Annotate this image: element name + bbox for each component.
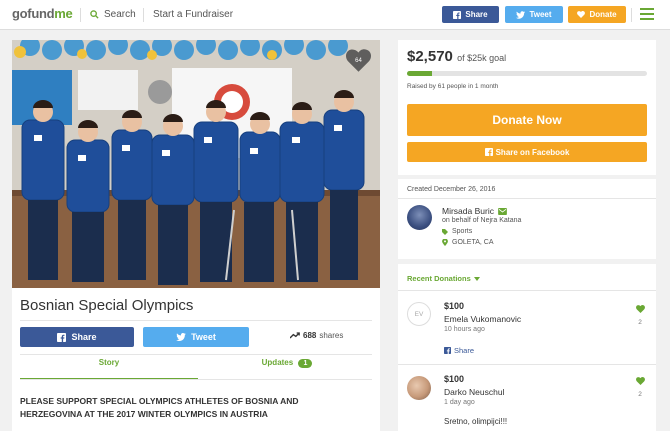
recent-donations-toggle[interactable]: Recent Donations [407,274,480,283]
search-label: Search [104,9,136,20]
facebook-icon [57,332,67,342]
gofundme-logo[interactable]: gofundme [12,6,73,21]
divider [20,379,372,380]
facebook-icon [453,10,462,19]
heart-icon [635,305,645,313]
created-date: Created December 26, 2016 [407,186,496,193]
divider [143,8,144,22]
divider [398,290,656,291]
facebook-icon [444,347,451,354]
raised-by-text: Raised by 61 people in 1 month [407,83,499,90]
updates-count-badge: 1 [298,359,313,368]
photo-heart-badge[interactable]: 64 [346,49,371,72]
header-share-button[interactable]: Share [442,6,499,23]
donor-initials-avatar: EV [407,302,431,326]
tab-story[interactable]: Story [20,358,198,367]
team-photo-illustration [12,40,380,288]
donation-heart[interactable]: 2 [635,372,645,398]
organizer-name[interactable]: Mirsada Buric [442,206,507,216]
top-navigation-bar: gofundme Search Start a Fundraiser Share… [0,0,670,30]
search-link[interactable]: Search [90,9,136,20]
divider [631,8,632,22]
tab-updates[interactable]: Updates 1 [202,358,372,368]
verified-mail-icon[interactable] [498,207,507,215]
twitter-icon [516,10,526,19]
donation-time: 10 hours ago [444,326,485,333]
donation-amount: $100 [444,374,465,384]
search-icon [90,10,99,19]
donate-card: $2,570 of $25k goal Raised by 61 people … [398,40,656,175]
donate-now-button[interactable]: Donate Now [407,104,647,136]
divider [80,8,81,22]
recent-donations-card: Recent Donations EV $100 Emela Vukomanov… [398,264,656,431]
divider [20,320,372,321]
donation-heart-count: 2 [638,391,642,398]
campaign-photo[interactable]: 64 [12,40,380,288]
donor-photo-avatar [407,376,431,400]
donation-heart-count: 2 [638,319,642,326]
location: GOLETA, CA [442,239,494,246]
divider [398,364,656,365]
amount-raised: $2,570 of $25k goal [407,48,507,65]
donation-message: Sretno, olimpijci!!! [444,417,508,426]
divider [20,354,372,355]
header-donate-button[interactable]: Donate [568,6,626,23]
campaign-info-card: Created December 26, 2016 Mirsada Buric … [398,179,656,259]
share-count: 688 shares [290,331,343,340]
donor-name: Emela Vukomanovic [444,314,522,324]
story-text: PLEASE SUPPORT SPECIAL OLYMPICS ATHLETES… [20,396,299,419]
campaign-share-button[interactable]: Share [20,327,134,347]
funding-progress-bar [407,71,647,76]
photo-heart-count: 64 [355,58,362,64]
funding-progress-fill [407,71,432,76]
tag-icon [442,228,448,235]
heart-icon [635,377,645,385]
goal-text: of $25k goal [457,53,507,63]
heart-icon [577,11,586,18]
on-behalf-text: on behalf of Nejra Katana [442,217,522,224]
facebook-icon [484,148,493,156]
campaign-main-card: 64 Bosnian Special Olympics Share Tweet … [12,40,380,431]
donation-time: 1 day ago [444,399,475,406]
hamburger-menu-icon[interactable] [640,8,654,20]
donation-share-link[interactable]: Share [444,346,474,355]
campaign-title: Bosnian Special Olympics [20,297,194,314]
header-tweet-button[interactable]: Tweet [505,6,563,23]
share-on-facebook-button[interactable]: Share on Facebook [407,142,647,162]
donation-heart[interactable]: 2 [635,300,645,326]
donor-name: Darko Neuschul [444,387,505,397]
twitter-icon [176,333,186,341]
category[interactable]: Sports [442,228,472,235]
divider [398,198,656,199]
start-fundraiser-link[interactable]: Start a Fundraiser [153,9,233,20]
location-pin-icon [442,239,448,246]
trending-icon [290,332,300,339]
campaign-tweet-button[interactable]: Tweet [143,327,249,347]
organizer-avatar[interactable] [407,205,432,230]
chevron-down-icon [473,276,480,281]
donation-amount: $100 [444,301,465,311]
